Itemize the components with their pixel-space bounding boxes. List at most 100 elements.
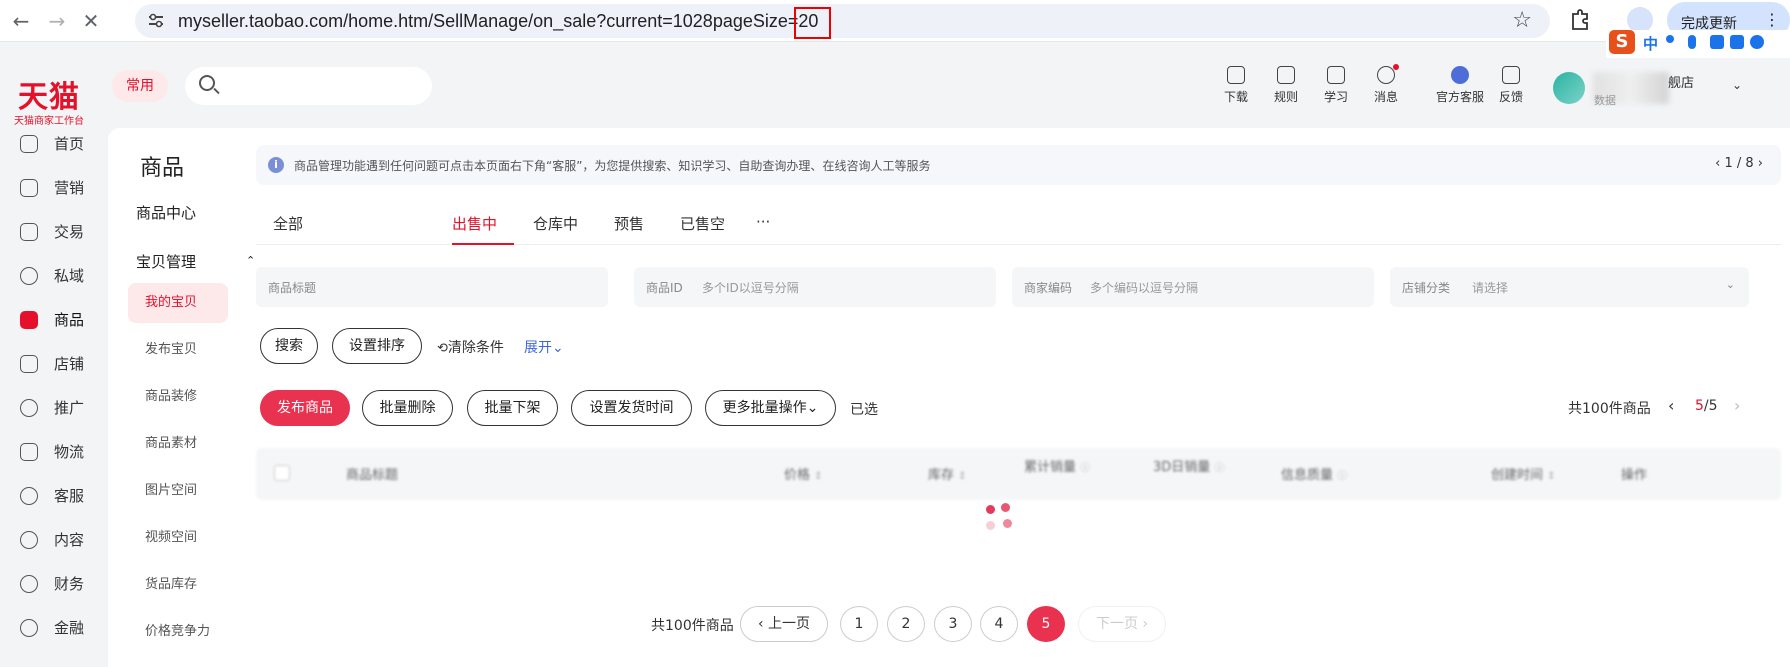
sidebar-item-private[interactable]: 私域 [20,262,100,292]
next-page-button[interactable]: 下一页 › [1078,606,1166,642]
batch-delete-button[interactable]: 批量删除 [362,390,453,426]
tab-sold-out[interactable]: 已售空 [680,213,725,234]
site-settings-icon[interactable] [147,12,165,30]
sidebar-item-finance[interactable]: 财务 [20,570,100,600]
bookmark-star-icon[interactable]: ☆ [1512,8,1532,33]
tool-learn[interactable]: 学习 [1311,66,1361,105]
tool-feedback[interactable]: 反馈 [1486,66,1536,105]
set-ship-time-button[interactable]: 设置发货时间 [571,390,692,426]
publish-item-button[interactable]: 发布商品 [260,390,350,426]
col-3d-sales[interactable]: 3D日销量 ⓘ [1153,456,1224,475]
subnav-item-image-space[interactable]: 图片空间 [128,471,228,511]
sidebar-item-shop[interactable]: 店铺 [20,350,100,380]
subnav-item-decorate[interactable]: 商品装修 [128,377,228,417]
col-info-quality[interactable]: 信息质量 ⓘ [1281,464,1347,483]
more-batch-actions-button[interactable]: 更多批量操作⌄ [705,390,836,426]
search-button[interactable]: 搜索 [260,328,318,364]
shop-category-select[interactable]: 店铺分类 请选择 ⌄ [1390,267,1749,307]
chevron-up-icon[interactable]: ⌃ [246,254,255,267]
content-icon [20,531,38,549]
subnav-item-material[interactable]: 商品素材 [128,424,228,464]
megaphone-icon [20,179,38,197]
col-total-sales[interactable]: 累计销量 ⓘ [1024,456,1090,475]
tmall-logo[interactable]: 天猫 [18,72,80,116]
sidebar-item-promotion[interactable]: 推广 [20,394,100,424]
sidebar-item-banking[interactable]: 金融 [20,614,100,644]
address-bar[interactable]: myseller.taobao.com/home.htm/SellManage/… [135,4,1550,39]
sidebar-item-service[interactable]: 客服 [20,482,100,512]
col-info-quality-label: 信息质量 [1281,468,1334,483]
subnav-item-inventory[interactable]: 货品库存 [128,565,228,605]
menu-dots-icon[interactable]: ⋮ [1764,10,1780,29]
shop-subtitle: 数据 [1594,94,1616,107]
shop-avatar[interactable] [1553,72,1585,104]
sidebar-item-label: 物流 [54,443,85,461]
col-created-time[interactable]: 创建时间 ↕ [1491,464,1556,483]
select-all-checkbox[interactable] [274,465,290,481]
tool-rules[interactable]: 规则 [1261,66,1311,105]
sidebar-item-logistics[interactable]: 物流 [20,438,100,468]
col-title[interactable]: 商品标题 [346,464,398,483]
col-stock[interactable]: 库存 ↕ [928,464,967,483]
prev-page-button[interactable]: ‹ 上一页 [740,606,828,642]
tool-official-service-label: 官方客服 [1435,90,1484,104]
tool-learn-label: 学习 [1323,90,1348,104]
chevron-down-icon[interactable]: ⌄ [1726,278,1735,291]
page-button[interactable]: 2 [887,606,925,642]
merchant-code-filter-input[interactable]: 商家编码 多个编码以逗号分隔 [1012,267,1374,307]
title-filter-input[interactable]: 商品标题 [256,267,608,307]
sidebar-item-label: 金融 [54,619,85,637]
back-arrow-icon[interactable]: ← [8,8,34,34]
global-search-input[interactable] [185,67,432,105]
page-button[interactable]: 4 [980,606,1018,642]
sidebar-item-trade[interactable]: 交易 [20,218,100,248]
page-button[interactable]: 3 [934,606,972,642]
learn-icon [1327,66,1345,84]
clear-conditions-button[interactable]: ⟲清除条件 [437,337,504,357]
sidebar-item-label: 商品 [54,311,85,329]
sidebar-item-marketing[interactable]: 营销 [20,174,100,204]
shop-name[interactable]: 舰店 [1668,72,1694,91]
common-shortcut-button[interactable]: 常用 [112,70,168,102]
sidebar-item-goods[interactable]: 商品 [20,306,100,336]
top-pager-current: 5 [1695,398,1704,414]
set-sort-button[interactable]: 设置排序 [332,328,422,364]
notice-pager[interactable]: ‹ 1 / 8 › [1715,156,1763,171]
item-id-filter-input[interactable]: 商品ID 多个ID以逗号分隔 [634,267,996,307]
tool-download[interactable]: 下载 [1211,66,1261,105]
tool-message[interactable]: 消息 [1361,64,1411,105]
subnav-item-my-items[interactable]: 我的宝贝 [128,283,228,323]
tab-on-sale[interactable]: 出售中 [452,213,497,234]
page-title: 商品 [140,156,185,181]
subnav-item-video-space[interactable]: 视频空间 [128,518,228,558]
finance-icon [20,575,38,593]
subnav-group-item-manage[interactable]: 宝贝管理 ⌃ [136,251,255,272]
forward-arrow-icon[interactable]: → [44,8,70,34]
subnav-item-price-competitiveness[interactable]: 价格竞争力 [128,612,228,652]
stop-loading-icon[interactable]: ✕ [78,8,104,34]
top-pager-prev[interactable]: ‹ [1668,396,1674,415]
sidebar-item-content[interactable]: 内容 [20,526,100,556]
subnav-goods-center[interactable]: 商品中心 [136,202,196,223]
sidebar-item-home[interactable]: 首页 [20,130,100,160]
col-3d-sales-label: 3D日销量 [1153,460,1211,475]
tab-presale[interactable]: 预售 [614,213,644,234]
col-price[interactable]: 价格 ↕ [784,464,823,483]
extensions-icon[interactable] [1570,9,1590,31]
tab-warehouse[interactable]: 仓库中 [533,213,578,234]
subnav-item-publish[interactable]: 发布宝贝 [128,330,228,370]
top-header: 天猫 天猫商家工作台 常用 下载 规则 学习 消息 官方客服 反馈 舰店 数据 … [0,42,1790,128]
active-tab-underline [452,243,514,245]
notice-banner: i 商品管理功能遇到任何问题可点击本页面右下角“客服”，为您提供搜索、知识学习、… [256,145,1781,185]
home-icon [20,135,38,153]
page-button[interactable]: 1 [840,606,878,642]
feedback-icon [1502,66,1520,84]
tab-more[interactable]: ··· [756,213,770,231]
page-button-current[interactable]: 5 [1027,606,1065,642]
expand-filters-link[interactable]: 展开⌄ [524,337,564,357]
tool-feedback-label: 反馈 [1498,90,1523,104]
tab-all[interactable]: 全部 [273,213,303,234]
top-pager-next[interactable]: › [1734,396,1740,415]
chevron-down-icon[interactable]: ⌄ [1732,78,1742,92]
batch-offshelf-button[interactable]: 批量下架 [467,390,558,426]
